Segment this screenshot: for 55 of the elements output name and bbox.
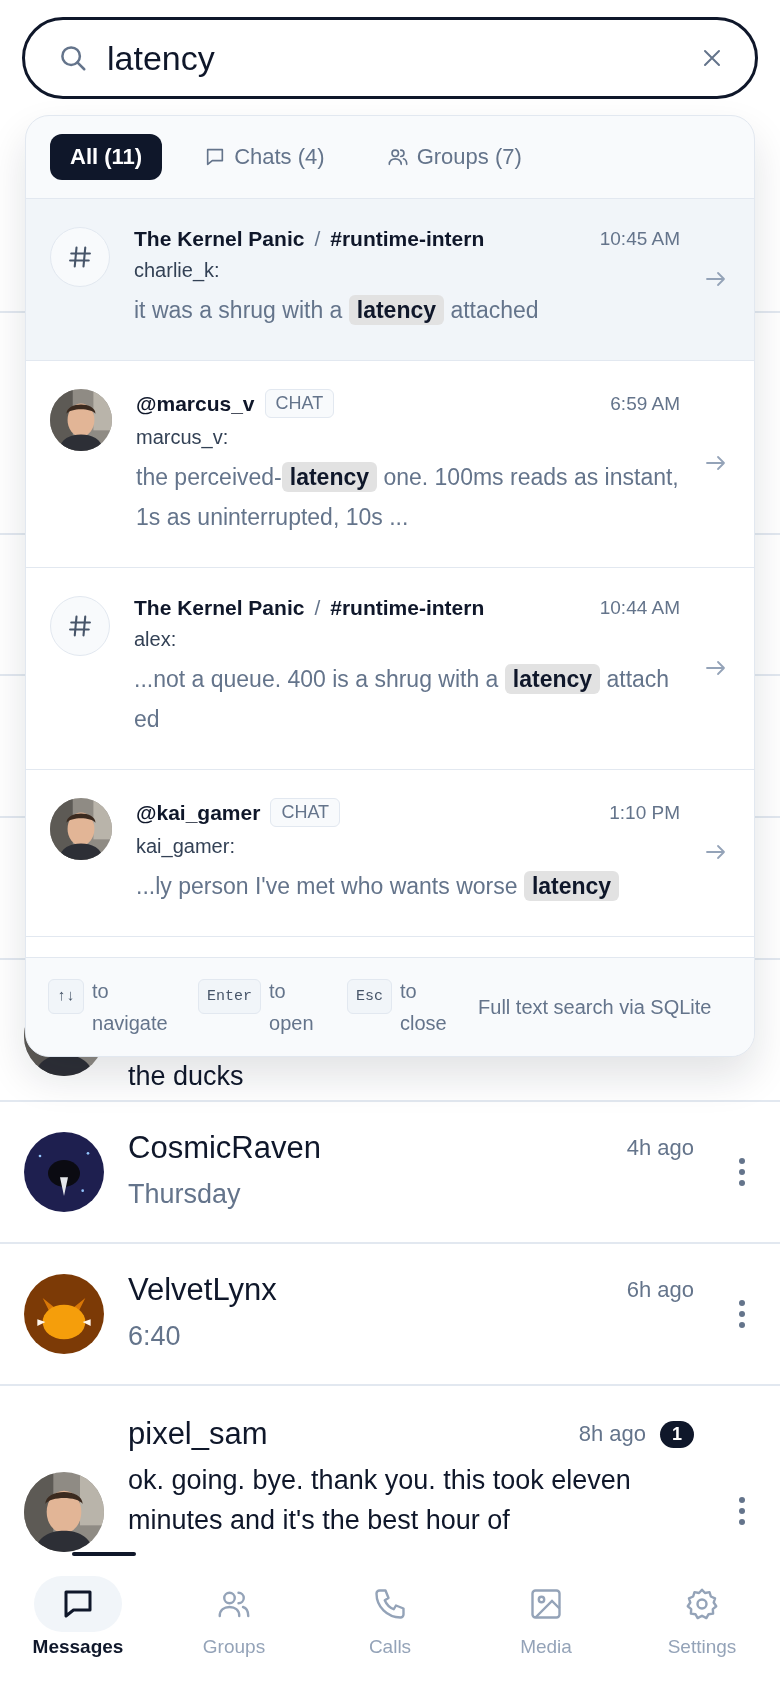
key-hint: Esc — [347, 979, 393, 1014]
more-icon[interactable] — [738, 1299, 746, 1329]
contact-handle: @marcus_v — [136, 391, 255, 416]
unread-count: 1 — [660, 1420, 694, 1448]
contact-name: pixel_sam — [128, 1416, 269, 1452]
group-name: The Kernel Panic — [134, 596, 305, 620]
group-name: The Kernel Panic — [134, 227, 305, 251]
contact-handle: @kai_gamer — [136, 800, 261, 825]
phone-icon — [372, 1586, 408, 1622]
groups-icon — [386, 146, 409, 168]
message-preview: the ducks — [128, 1060, 245, 1093]
message-snippet: it was a shrug with a latency attached — [134, 294, 540, 327]
separator: / — [314, 227, 321, 251]
hint-text: to open — [269, 979, 315, 1036]
timestamp: 4h ago — [626, 1135, 694, 1161]
timestamp: 10:44 AM — [599, 597, 680, 619]
key-hint: ↑↓ — [48, 979, 84, 1014]
channel-name: #runtime-intern — [330, 227, 485, 251]
timestamp: 1:10 PM — [609, 801, 680, 824]
chat-tag: CHAT — [264, 389, 335, 418]
timestamp: 6h ago — [626, 1277, 694, 1303]
search-icon — [58, 43, 88, 73]
more-icon[interactable] — [738, 1496, 746, 1526]
filter-tab[interactable]: Groups (7) — [366, 134, 542, 180]
timestamp: 6:59 AM — [610, 392, 680, 415]
hint-text: to navigate — [92, 979, 169, 1036]
sender-name: alex: — [134, 628, 178, 651]
sender-name: marcus_v: — [136, 426, 230, 449]
message-snippet: the perceived-latency one. 100ms reads as instant, 1s as uninterrupted, 10s ... — [136, 461, 680, 532]
contact-name: CosmicRaven — [128, 1130, 322, 1166]
chat-tag: CHAT — [270, 798, 341, 827]
message-snippet: ...not a queue. 400 is a shrug with a latency attached — [134, 663, 671, 734]
nav-tab[interactable]: Messages — [0, 1568, 156, 1688]
more-icon[interactable] — [738, 1157, 746, 1187]
timestamp: 10:45 AM — [599, 228, 680, 250]
timestamp: 8h ago — [578, 1421, 646, 1447]
image-icon — [528, 1586, 564, 1622]
message-snippet: ...ly person I've met who wants worse latency — [136, 866, 680, 906]
channel-name: #runtime-intern — [330, 596, 485, 620]
hint-text: to close — [400, 979, 448, 1036]
settings-icon — [684, 1586, 720, 1622]
contact-name: VelvetLynx — [128, 1272, 278, 1308]
key-hint: Enter — [198, 979, 262, 1014]
message-preview: Thursday — [128, 1178, 242, 1211]
search-result[interactable]: The Kernel Panic / #runtime-intern 10:45 AM charlie_k: it was a shrug with a latency attached — [26, 199, 754, 361]
separator: / — [314, 596, 321, 620]
message-preview: ok. going. bye. thank you. this took eleven minutes and it's the best hour of — [128, 1464, 632, 1537]
hint-text: Full text search via SQLite — [478, 995, 713, 1020]
sender-name: charlie_k: — [134, 259, 221, 282]
filter-tab[interactable]: All (11) — [50, 134, 163, 180]
filter-tab[interactable]: Chats (4) — [184, 134, 345, 180]
search-field[interactable]: latency — [22, 17, 758, 99]
message-preview: 6:40 — [128, 1320, 182, 1353]
sender-name: kai_gamer: — [136, 835, 236, 858]
indicator-bar — [72, 1552, 136, 1556]
